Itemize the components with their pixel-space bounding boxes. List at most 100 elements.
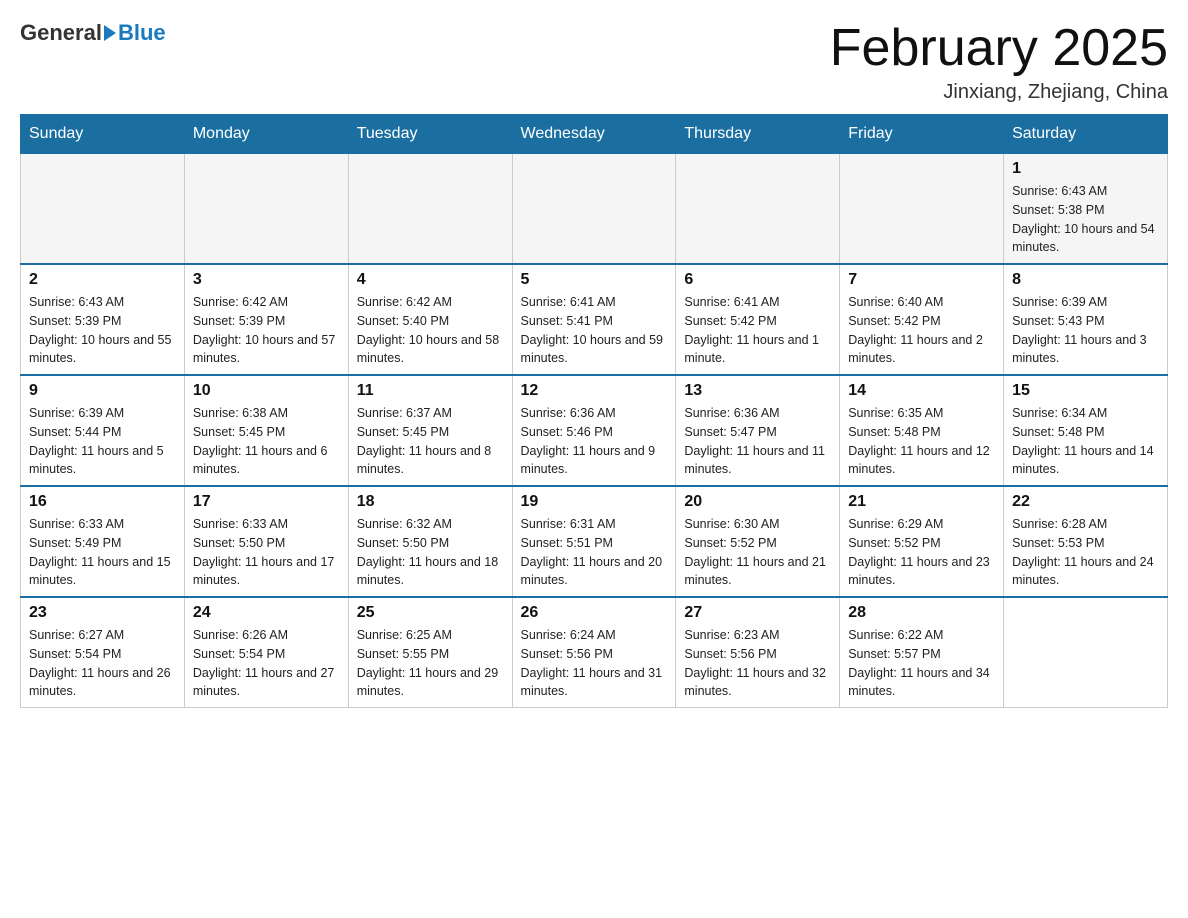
calendar-day-cell: 21 Sunrise: 6:29 AMSunset: 5:52 PMDayligh… — [840, 486, 1004, 597]
day-info: Sunrise: 6:43 AMSunset: 5:38 PMDaylight:… — [1012, 182, 1159, 257]
calendar-header-tuesday: Tuesday — [348, 115, 512, 154]
calendar-day-cell: 9 Sunrise: 6:39 AMSunset: 5:44 PMDaylight… — [21, 375, 185, 486]
day-info: Sunrise: 6:26 AMSunset: 5:54 PMDaylight:… — [193, 626, 340, 701]
calendar-day-cell: 23Sunrise: 6:27 AMSunset: 5:54 PMDayligh… — [21, 597, 185, 708]
day-info: Sunrise: 6:36 AMSunset: 5:47 PMDaylight:… — [684, 404, 831, 479]
day-info: Sunrise: 6:43 AMSunset: 5:39 PMDaylight:… — [29, 293, 176, 368]
day-number: 17 — [193, 493, 340, 511]
day-number: 5 — [521, 271, 668, 289]
page-header: General Blue February 2025 Jinxiang, Zhe… — [20, 20, 1168, 104]
calendar-header-monday: Monday — [184, 115, 348, 154]
calendar-header-row: SundayMondayTuesdayWednesdayThursdayFrid… — [21, 115, 1168, 154]
calendar-day-cell: 15 Sunrise: 6:34 AMSunset: 5:48 PMDayligh… — [1004, 375, 1168, 486]
calendar-day-cell: 18 Sunrise: 6:32 AMSunset: 5:50 PMDayligh… — [348, 486, 512, 597]
calendar-day-cell: 2Sunrise: 6:43 AMSunset: 5:39 PMDaylight… — [21, 264, 185, 375]
logo-general: General — [20, 20, 102, 46]
day-info: Sunrise: 6:30 AMSunset: 5:52 PMDaylight:… — [684, 515, 831, 590]
day-number: 8 — [1012, 271, 1159, 289]
calendar-day-cell: 26Sunrise: 6:24 AMSunset: 5:56 PMDayligh… — [512, 597, 676, 708]
day-info: Sunrise: 6:24 AMSunset: 5:56 PMDaylight:… — [521, 626, 668, 701]
day-info: Sunrise: 6:32 AMSunset: 5:50 PMDaylight:… — [357, 515, 504, 590]
calendar-day-cell: 14Sunrise: 6:35 AMSunset: 5:48 PMDayligh… — [840, 375, 1004, 486]
day-number: 16 — [29, 493, 176, 511]
calendar-day-cell: 27 Sunrise: 6:23 AMSunset: 5:56 PMDayligh… — [676, 597, 840, 708]
day-info: Sunrise: 6:38 AMSunset: 5:45 PMDaylight:… — [193, 404, 340, 479]
day-info: Sunrise: 6:34 AMSunset: 5:48 PMDaylight:… — [1012, 404, 1159, 479]
calendar-header-sunday: Sunday — [21, 115, 185, 154]
day-number: 11 — [357, 382, 504, 400]
day-number: 3 — [193, 271, 340, 289]
day-info: Sunrise: 6:23 AMSunset: 5:56 PMDaylight:… — [684, 626, 831, 701]
calendar-day-cell: 17 Sunrise: 6:33 AMSunset: 5:50 PMDayligh… — [184, 486, 348, 597]
day-number: 7 — [848, 271, 995, 289]
day-number: 6 — [684, 271, 831, 289]
day-info: Sunrise: 6:42 AMSunset: 5:39 PMDaylight:… — [193, 293, 340, 368]
calendar-day-cell: 6Sunrise: 6:41 AMSunset: 5:42 PMDaylight… — [676, 264, 840, 375]
calendar-day-cell — [512, 154, 676, 265]
calendar-week-row: 23Sunrise: 6:27 AMSunset: 5:54 PMDayligh… — [21, 597, 1168, 708]
location: Jinxiang, Zhejiang, China — [830, 81, 1168, 104]
calendar-day-cell: 25 Sunrise: 6:25 AMSunset: 5:55 PMDayligh… — [348, 597, 512, 708]
day-number: 19 — [521, 493, 668, 511]
logo: General Blue — [20, 20, 166, 46]
calendar-day-cell: 16 Sunrise: 6:33 AMSunset: 5:49 PMDayligh… — [21, 486, 185, 597]
day-number: 23 — [29, 604, 176, 622]
day-info: Sunrise: 6:33 AMSunset: 5:50 PMDaylight:… — [193, 515, 340, 590]
calendar-day-cell: 12 Sunrise: 6:36 AMSunset: 5:46 PMDayligh… — [512, 375, 676, 486]
day-info: Sunrise: 6:35 AMSunset: 5:48 PMDaylight:… — [848, 404, 995, 479]
day-info: Sunrise: 6:40 AMSunset: 5:42 PMDaylight:… — [848, 293, 995, 368]
day-number: 13 — [684, 382, 831, 400]
day-number: 27 — [684, 604, 831, 622]
calendar-day-cell: 20 Sunrise: 6:30 AMSunset: 5:52 PMDayligh… — [676, 486, 840, 597]
day-number: 22 — [1012, 493, 1159, 511]
day-number: 20 — [684, 493, 831, 511]
day-number: 24 — [193, 604, 340, 622]
day-info: Sunrise: 6:29 AMSunset: 5:52 PMDaylight:… — [848, 515, 995, 590]
calendar-day-cell: 10 Sunrise: 6:38 AMSunset: 5:45 PMDayligh… — [184, 375, 348, 486]
calendar-header-thursday: Thursday — [676, 115, 840, 154]
calendar-header-wednesday: Wednesday — [512, 115, 676, 154]
day-info: Sunrise: 6:41 AMSunset: 5:41 PMDaylight:… — [521, 293, 668, 368]
calendar-header-friday: Friday — [840, 115, 1004, 154]
calendar-week-row: 9 Sunrise: 6:39 AMSunset: 5:44 PMDaylight… — [21, 375, 1168, 486]
calendar-week-row: 16 Sunrise: 6:33 AMSunset: 5:49 PMDayligh… — [21, 486, 1168, 597]
day-number: 4 — [357, 271, 504, 289]
calendar-day-cell — [21, 154, 185, 265]
day-number: 10 — [193, 382, 340, 400]
day-info: Sunrise: 6:33 AMSunset: 5:49 PMDaylight:… — [29, 515, 176, 590]
day-info: Sunrise: 6:36 AMSunset: 5:46 PMDaylight:… — [521, 404, 668, 479]
day-info: Sunrise: 6:31 AMSunset: 5:51 PMDaylight:… — [521, 515, 668, 590]
calendar-week-row: 2Sunrise: 6:43 AMSunset: 5:39 PMDaylight… — [21, 264, 1168, 375]
calendar-day-cell: 1Sunrise: 6:43 AMSunset: 5:38 PMDaylight… — [1004, 154, 1168, 265]
day-info: Sunrise: 6:25 AMSunset: 5:55 PMDaylight:… — [357, 626, 504, 701]
calendar-day-cell: 24 Sunrise: 6:26 AMSunset: 5:54 PMDayligh… — [184, 597, 348, 708]
calendar-day-cell: 3 Sunrise: 6:42 AMSunset: 5:39 PMDaylight… — [184, 264, 348, 375]
calendar-day-cell: 8Sunrise: 6:39 AMSunset: 5:43 PMDaylight… — [1004, 264, 1168, 375]
calendar-day-cell: 7 Sunrise: 6:40 AMSunset: 5:42 PMDaylight… — [840, 264, 1004, 375]
day-number: 28 — [848, 604, 995, 622]
day-number: 18 — [357, 493, 504, 511]
calendar-day-cell: 22 Sunrise: 6:28 AMSunset: 5:53 PMDayligh… — [1004, 486, 1168, 597]
calendar-day-cell: 19 Sunrise: 6:31 AMSunset: 5:51 PMDayligh… — [512, 486, 676, 597]
calendar-day-cell: 4 Sunrise: 6:42 AMSunset: 5:40 PMDaylight… — [348, 264, 512, 375]
calendar-day-cell: 28 Sunrise: 6:22 AMSunset: 5:57 PMDayligh… — [840, 597, 1004, 708]
day-number: 12 — [521, 382, 668, 400]
day-number: 21 — [848, 493, 995, 511]
day-number: 25 — [357, 604, 504, 622]
calendar-week-row: 1Sunrise: 6:43 AMSunset: 5:38 PMDaylight… — [21, 154, 1168, 265]
calendar-header-saturday: Saturday — [1004, 115, 1168, 154]
calendar-day-cell: 11 Sunrise: 6:37 AMSunset: 5:45 PMDayligh… — [348, 375, 512, 486]
day-number: 15 — [1012, 382, 1159, 400]
logo-triangle-icon — [104, 25, 116, 41]
day-info: Sunrise: 6:37 AMSunset: 5:45 PMDaylight:… — [357, 404, 504, 479]
calendar-day-cell — [1004, 597, 1168, 708]
day-info: Sunrise: 6:28 AMSunset: 5:53 PMDaylight:… — [1012, 515, 1159, 590]
day-number: 9 — [29, 382, 176, 400]
month-title: February 2025 — [830, 20, 1168, 77]
day-info: Sunrise: 6:39 AMSunset: 5:44 PMDaylight:… — [29, 404, 176, 479]
calendar-day-cell — [348, 154, 512, 265]
calendar-day-cell — [840, 154, 1004, 265]
calendar-table: SundayMondayTuesdayWednesdayThursdayFrid… — [20, 114, 1168, 708]
day-info: Sunrise: 6:42 AMSunset: 5:40 PMDaylight:… — [357, 293, 504, 368]
day-info: Sunrise: 6:22 AMSunset: 5:57 PMDaylight:… — [848, 626, 995, 701]
